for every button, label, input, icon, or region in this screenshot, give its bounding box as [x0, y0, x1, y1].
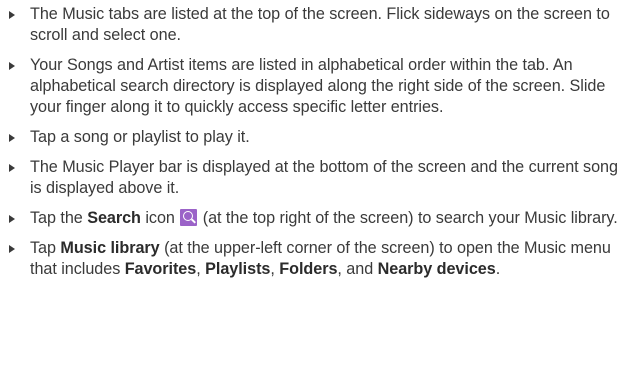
bullet-text: Tap a song or playlist to play it. [30, 128, 250, 146]
bullet-text-end: . [495, 260, 501, 278]
bullet-text-prefix: Tap the [30, 209, 88, 227]
list-item: Tap Music library (at the upper-left cor… [6, 238, 620, 280]
triangle-bullet-icon [9, 134, 15, 142]
list-item: Tap the Search icon (at the top right of… [6, 208, 620, 229]
playlists-term: Playlists [205, 260, 271, 278]
instruction-list: The Music tabs are listed at the top of … [6, 4, 620, 280]
triangle-bullet-icon [9, 215, 15, 223]
folders-term: Folders [279, 260, 338, 278]
separator: , [196, 260, 206, 278]
bullet-text-suffix: (at the top right of the screen) to sear… [198, 209, 618, 227]
bullet-text: Your Songs and Artist items are listed i… [30, 56, 606, 116]
triangle-bullet-icon [9, 164, 15, 172]
nearby-devices-term: Nearby devices [377, 260, 496, 278]
favorites-term: Favorites [124, 260, 197, 278]
list-item: Your Songs and Artist items are listed i… [6, 55, 620, 118]
list-item: The Music tabs are listed at the top of … [6, 4, 620, 46]
separator: , [270, 260, 280, 278]
triangle-bullet-icon [9, 11, 15, 19]
triangle-bullet-icon [9, 62, 15, 70]
music-library-term: Music library [60, 239, 160, 257]
list-item: The Music Player bar is displayed at the… [6, 157, 620, 199]
list-item: Tap a song or playlist to play it. [6, 127, 620, 148]
bullet-text: The Music tabs are listed at the top of … [30, 5, 610, 44]
bullet-text-prefix: Tap [30, 239, 61, 257]
manual-page: The Music tabs are listed at the top of … [0, 0, 626, 389]
separator: , and [337, 260, 378, 278]
bullet-text: The Music Player bar is displayed at the… [30, 158, 618, 197]
bullet-text-middle: icon [140, 209, 180, 227]
search-term: Search [87, 209, 141, 227]
search-icon [180, 209, 198, 226]
triangle-bullet-icon [9, 245, 15, 253]
